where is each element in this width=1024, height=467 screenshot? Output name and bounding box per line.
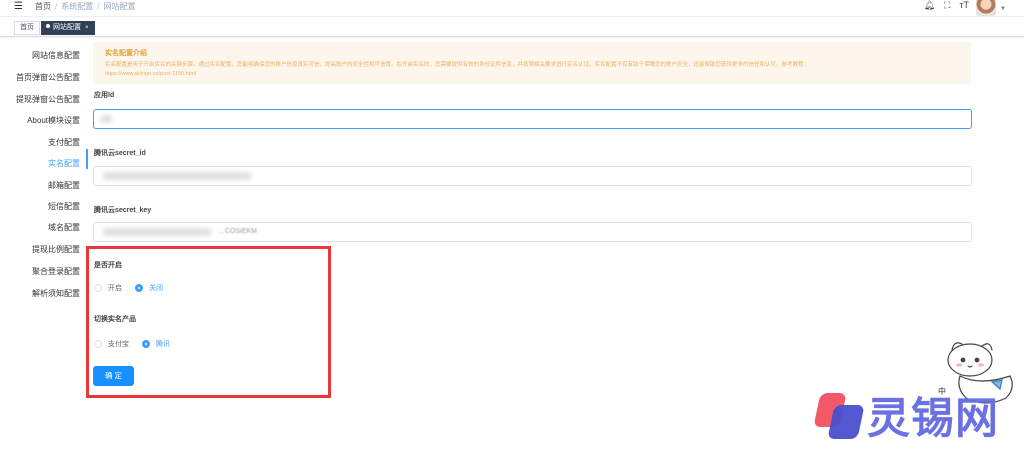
tag-label: 网站配置	[53, 24, 81, 31]
watermark-logo-icon	[813, 391, 865, 443]
hamburger-menu-icon[interactable]: ☰	[14, 1, 23, 12]
active-dot-icon	[46, 24, 50, 28]
alert-description: 实名配置是用于开启实名的关键步骤。通过实名配置，您能够确保您的账户信息真实可信，…	[105, 62, 810, 68]
fullscreen-icon[interactable]: ⛶	[944, 0, 950, 11]
header-actions: 🔔︎ ⛶ ᴛT	[924, 0, 969, 11]
menu-item-withdraw-popup[interactable]: 提现弹窗公告配置	[16, 94, 80, 105]
menu-item-home-popup[interactable]: 首页弹窗公告配置	[16, 72, 80, 83]
secret-key-input[interactable]: …COSiEKM	[93, 222, 972, 242]
active-menu-indicator	[86, 149, 88, 169]
menu-item-dns-notice[interactable]: 解析须知配置	[32, 288, 80, 299]
menu-item-realname[interactable]: 实名配置	[48, 158, 80, 169]
menu-item-withdraw-ratio[interactable]: 提现比例配置	[32, 244, 80, 255]
app-id-input[interactable]	[93, 109, 972, 129]
top-navbar: ☰ 首页 / 系统配置 / 网站配置 🔔︎ ⛶ ᴛT ▼	[0, 0, 1024, 17]
secret-id-input[interactable]	[93, 166, 972, 186]
menu-item-aggregate-login[interactable]: 聚合登录配置	[32, 266, 80, 277]
caret-down-icon[interactable]: ▼	[1000, 6, 1006, 12]
highlight-annotation-box	[86, 246, 331, 398]
bell-icon[interactable]: 🔔︎	[924, 0, 935, 11]
tag-home[interactable]: 首页	[14, 21, 40, 35]
menu-item-payment[interactable]: 支付配置	[48, 137, 80, 148]
menu-item-domain[interactable]: 域名配置	[48, 222, 80, 233]
avatar[interactable]	[976, 0, 996, 16]
menu-item-email[interactable]: 邮箱配置	[48, 180, 80, 191]
secret-id-label: 腾讯云secret_id	[94, 150, 146, 157]
tags-view: 首页 网站配置 ×	[0, 18, 1024, 37]
breadcrumb-current: 网站配置	[103, 2, 136, 11]
realname-intro-alert: 实名配置介绍 实名配置是用于开启实名的关键步骤。通过实名配置，您能够确保您的账户…	[93, 42, 971, 84]
menu-item-site-info[interactable]: 网站信息配置	[32, 50, 80, 61]
watermark-text: 灵锡网	[867, 394, 999, 444]
redacted-value	[102, 228, 212, 236]
redacted-value	[100, 115, 112, 123]
close-icon[interactable]: ×	[85, 25, 89, 31]
breadcrumb-home[interactable]: 首页	[35, 2, 51, 11]
alert-title: 实名配置介绍	[105, 50, 147, 57]
app-id-label: 应用Id	[94, 92, 115, 99]
font-size-icon[interactable]: ᴛT	[959, 0, 969, 11]
redacted-value	[102, 172, 252, 180]
secret-key-visible-text: …COSiEKM	[218, 228, 257, 235]
secret-key-label: 腾讯云secret_key	[94, 207, 152, 214]
menu-item-about[interactable]: About模块设置	[27, 115, 80, 126]
breadcrumb-system-config[interactable]: 系统配置	[61, 2, 93, 11]
alert-link[interactable]: https://www.ariingo.cn/post-1150.html	[105, 70, 959, 79]
breadcrumb: 首页 / 系统配置 / 网站配置	[35, 1, 135, 12]
breadcrumb-separator: /	[55, 2, 58, 11]
menu-item-sms[interactable]: 短信配置	[48, 201, 80, 212]
tag-website-config[interactable]: 网站配置 ×	[41, 21, 95, 35]
breadcrumb-separator: /	[97, 2, 100, 11]
